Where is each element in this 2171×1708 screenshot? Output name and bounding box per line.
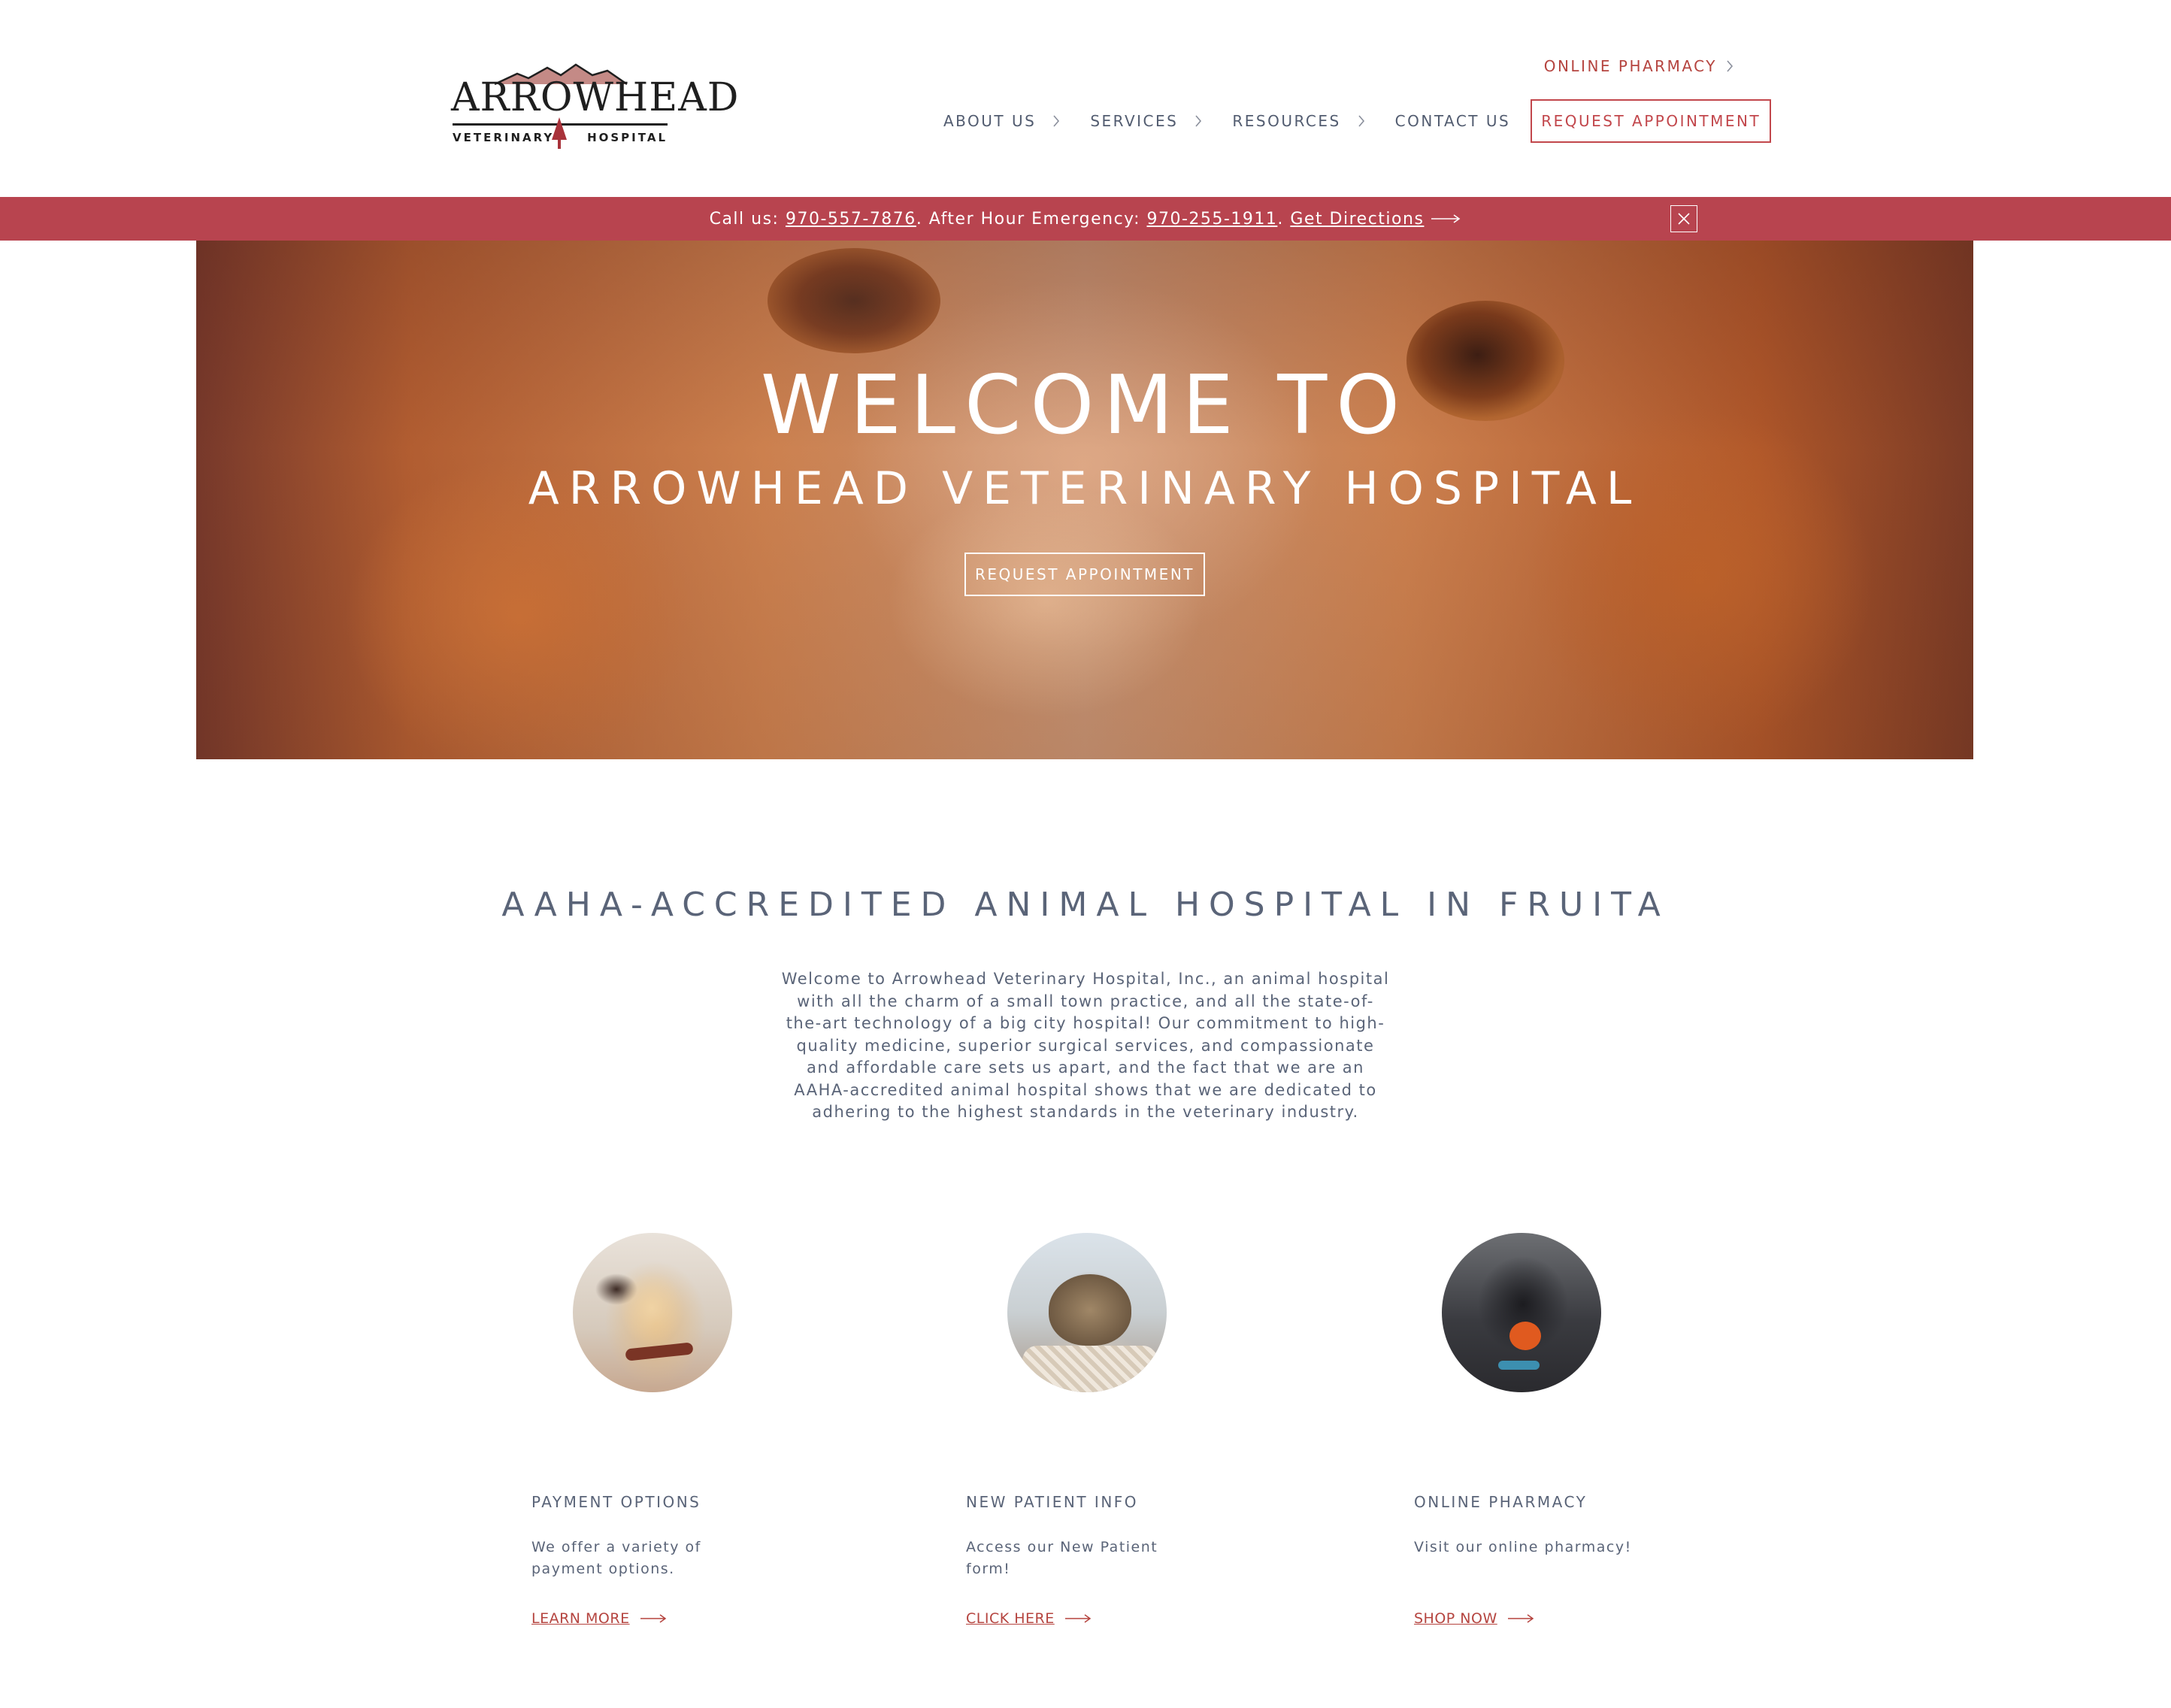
- card-title: NEW PATIENT INFO: [966, 1493, 1139, 1511]
- card-online-pharmacy: ONLINE PHARMACY Visit our online pharmac…: [1414, 1233, 1790, 1654]
- arrowhead-logo[interactable]: ARROWHEAD VETERINARY HOSPITAL: [451, 63, 740, 149]
- intro-line: quality medicine, superior surgical serv…: [796, 1036, 1375, 1055]
- chevron-right-icon: [1053, 115, 1060, 127]
- site-header: ARROWHEAD VETERINARY HOSPITAL ONLINE PHA…: [0, 0, 2171, 197]
- cat-basket: [1022, 1346, 1158, 1392]
- card-title: PAYMENT OPTIONS: [531, 1493, 701, 1511]
- logo-wordmark: ARROWHEAD: [451, 75, 740, 120]
- card-payment-options: PAYMENT OPTIONS We offer a variety of pa…: [531, 1233, 907, 1654]
- emergency-prefix: . After Hour Emergency:: [916, 209, 1147, 229]
- black-dog-photo: [1442, 1233, 1601, 1392]
- intro-paragraph: Welcome to Arrowhead Veterinary Hospital…: [774, 968, 1397, 1124]
- hero-banner: WELCOME TO ARROWHEAD VETERINARY HOSPITAL…: [196, 241, 1973, 759]
- card-description-line: form!: [966, 1561, 1011, 1577]
- dog-labrador-photo: [573, 1233, 732, 1392]
- chevron-right-icon: [1195, 115, 1202, 127]
- main-phone-link[interactable]: 970-557-7876: [786, 210, 916, 229]
- announcement-message: Call us: 970-557-7876. After Hour Emerge…: [0, 197, 2171, 241]
- main-nav: ABOUT US SERVICES RESOURCES CONTACT US R…: [943, 99, 1772, 143]
- logo-subline-right: HOSPITAL: [587, 131, 668, 144]
- chevron-right-icon: [1358, 115, 1364, 127]
- intro-line: adhering to the highest standards in the…: [812, 1103, 1359, 1121]
- learn-more-link[interactable]: LEARN MORE: [531, 1610, 668, 1627]
- dog-collar: [625, 1342, 694, 1361]
- click-here-label: CLICK HERE: [966, 1610, 1055, 1627]
- card-description: Visit our online pharmacy!: [1414, 1537, 1640, 1558]
- nav-services[interactable]: SERVICES: [1090, 112, 1232, 130]
- nav-about-us[interactable]: ABOUT US: [943, 112, 1090, 130]
- online-pharmacy-link[interactable]: ONLINE PHARMACY: [1544, 57, 1733, 75]
- arrow-right-icon: [1431, 214, 1461, 223]
- card-description-line: Access our New Patient: [966, 1539, 1158, 1555]
- click-here-link[interactable]: CLICK HERE: [966, 1610, 1092, 1627]
- card-description: Access our New Patient form!: [966, 1537, 1191, 1580]
- card-new-patient-info: NEW PATIENT INFO Access our New Patient …: [966, 1233, 1342, 1654]
- nav-contact-us-label: CONTACT US: [1394, 112, 1511, 130]
- get-directions-link[interactable]: Get Directions: [1290, 210, 1424, 229]
- nav-about-us-label: ABOUT US: [943, 112, 1037, 130]
- cat-photo: [1007, 1233, 1167, 1392]
- dog-collar: [1498, 1361, 1540, 1370]
- nav-resources[interactable]: RESOURCES: [1232, 112, 1394, 130]
- hero-request-appointment-button[interactable]: REQUEST APPOINTMENT: [964, 553, 1205, 596]
- hero-title: WELCOME TO: [760, 359, 1409, 453]
- intro-line: with all the charm of a small town pract…: [797, 992, 1374, 1010]
- shop-now-link[interactable]: SHOP NOW: [1414, 1610, 1535, 1627]
- cat-figure: [1049, 1274, 1131, 1346]
- card-description-line: Visit our online pharmacy!: [1414, 1539, 1632, 1555]
- hero-subtitle: ARROWHEAD VETERINARY HOSPITAL: [528, 462, 1642, 515]
- intro-line: Welcome to Arrowhead Veterinary Hospital…: [781, 970, 1390, 988]
- separator: .: [1277, 209, 1291, 229]
- nav-resources-label: RESOURCES: [1232, 112, 1341, 130]
- announcement-bar: Call us: 970-557-7876. After Hour Emerge…: [0, 197, 2171, 241]
- orange-ball: [1509, 1322, 1541, 1350]
- request-appointment-button[interactable]: REQUEST APPOINTMENT: [1531, 99, 1772, 143]
- card-description: We offer a variety of payment options.: [531, 1537, 757, 1580]
- chevron-right-icon: [1727, 60, 1733, 72]
- nav-contact-us[interactable]: CONTACT US: [1395, 112, 1511, 130]
- intro-line: the-art technology of a big city hospita…: [786, 1014, 1385, 1032]
- card-title: ONLINE PHARMACY: [1414, 1493, 1588, 1511]
- arrow-right-icon: [1064, 1614, 1092, 1623]
- intro-heading: AAHA-ACCREDITED ANIMAL HOSPITAL IN FRUIT…: [501, 886, 1670, 924]
- nav-services-label: SERVICES: [1090, 112, 1179, 130]
- close-announcement-button[interactable]: [1670, 205, 1697, 232]
- emergency-phone-link[interactable]: 970-255-1911: [1147, 210, 1278, 229]
- intro-line: and affordable care sets us apart, and t…: [807, 1058, 1364, 1077]
- close-icon: [1678, 213, 1690, 225]
- shop-now-label: SHOP NOW: [1414, 1610, 1497, 1627]
- intro-line: AAHA-accredited animal hospital shows th…: [794, 1080, 1377, 1099]
- online-pharmacy-label: ONLINE PHARMACY: [1543, 57, 1717, 75]
- card-description-line: payment options.: [531, 1561, 675, 1577]
- learn-more-label: LEARN MORE: [531, 1610, 630, 1627]
- call-us-prefix: Call us:: [709, 209, 786, 229]
- arrow-right-icon: [640, 1614, 666, 1623]
- arrowhead-tree-icon: [552, 117, 567, 149]
- arrow-right-icon: [1507, 1614, 1534, 1623]
- card-description-line: We offer a variety of: [531, 1539, 701, 1555]
- logo-subline-left: VETERINARY: [453, 131, 555, 144]
